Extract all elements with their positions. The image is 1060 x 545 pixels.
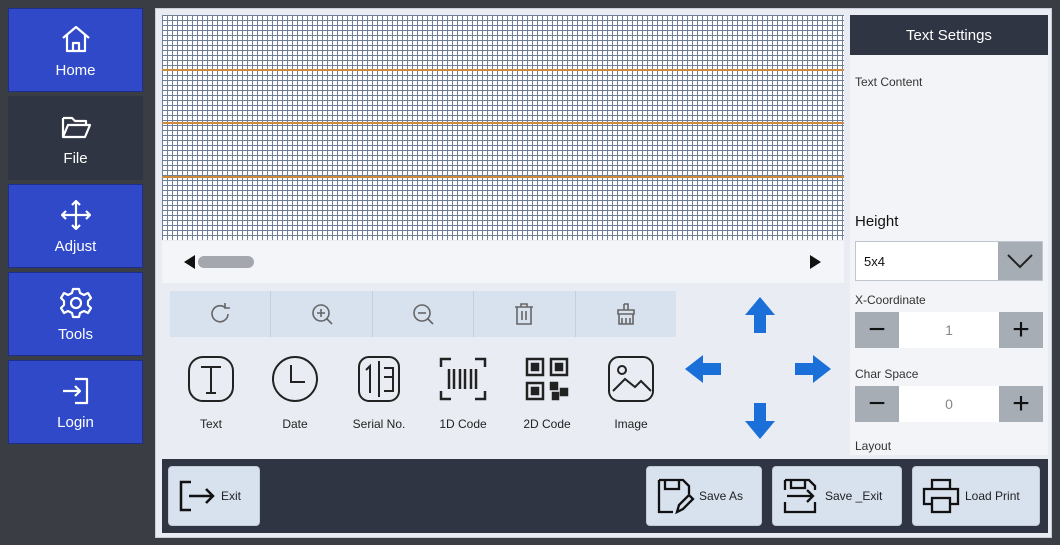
serial-icon	[358, 356, 400, 402]
text-settings-panel: Text Settings Text Content Height 5x4 X-…	[850, 15, 1048, 455]
save-as-label: Save As	[699, 489, 744, 503]
gear-icon	[59, 287, 92, 318]
save-as-button[interactable]: Save As	[646, 466, 762, 526]
exit-icon	[179, 480, 215, 512]
insert-label: Date	[282, 417, 308, 431]
insert-label: Text	[199, 417, 222, 431]
chevron-down-icon	[1007, 254, 1033, 269]
print-grid-canvas[interactable]	[162, 15, 844, 240]
app-frame: Home File Adjust Tools Login Text Date S…	[0, 0, 1060, 545]
image-icon	[608, 356, 654, 402]
sidebar-item-tools[interactable]: Tools	[8, 272, 143, 356]
height-value: 5x4	[864, 254, 885, 269]
save-as-icon	[657, 478, 695, 515]
insert-date-button[interactable]: Date	[260, 345, 330, 445]
clock-icon	[272, 356, 318, 402]
sidebar-item-label: Adjust	[54, 237, 97, 255]
delete-button[interactable]	[474, 291, 576, 337]
folder-icon	[61, 116, 91, 138]
x-decrease-button[interactable]: −	[855, 312, 899, 348]
login-icon	[62, 377, 88, 404]
sidebar-item-home[interactable]: Home	[8, 8, 143, 92]
char-space-stepper: − 0 +	[855, 386, 1043, 422]
sidebar-item-login[interactable]: Login	[8, 360, 143, 444]
insert-image-button[interactable]: Image	[596, 345, 666, 445]
char-space-label: Char Space	[855, 367, 919, 381]
qrcode-icon	[525, 357, 569, 401]
scroll-thumb[interactable]	[198, 256, 254, 268]
guide-line	[162, 69, 844, 71]
delete-icon	[515, 303, 534, 325]
move-left-icon[interactable]	[683, 349, 723, 389]
sidebar-item-label: File	[63, 149, 88, 167]
editor-main: Text Date Serial No. 1D Code 2D Code Ima…	[155, 8, 1052, 538]
x-coordinate-label: X-Coordinate	[855, 293, 926, 307]
insert-label: Serial No.	[352, 417, 406, 431]
clear-icon	[617, 303, 635, 325]
insert-element-row: Text Date Serial No. 1D Code 2D Code Ima…	[176, 345, 676, 455]
insert-1d-code-button[interactable]: 1D Code	[428, 345, 498, 445]
sidebar-item-label: Tools	[57, 325, 94, 343]
load-print-label: Load Print	[965, 489, 1020, 503]
sidebar: Home File Adjust Tools Login	[8, 8, 143, 450]
insert-text-button[interactable]: Text	[176, 345, 246, 445]
exit-button[interactable]: Exit	[168, 466, 260, 526]
scroll-left-icon[interactable]	[184, 255, 195, 269]
printer-icon	[922, 478, 960, 514]
zoom-out-button[interactable]	[373, 291, 475, 337]
height-dropdown-button[interactable]	[998, 242, 1042, 280]
save-exit-button[interactable]: Save _Exit	[772, 466, 902, 526]
x-coordinate-stepper: − 1 +	[855, 312, 1043, 348]
load-print-button[interactable]: Load Print	[912, 466, 1040, 526]
exit-label: Exit	[221, 489, 242, 503]
sidebar-item-label: Login	[57, 413, 94, 431]
zoom-in-button[interactable]	[271, 291, 373, 337]
insert-label: Image	[614, 417, 648, 431]
rotate-icon	[211, 303, 231, 323]
rotate-button[interactable]	[170, 291, 272, 337]
x-coordinate-value[interactable]: 1	[899, 312, 999, 348]
barcode-icon	[439, 357, 487, 401]
zoom-out-icon	[413, 304, 434, 325]
settings-title: Text Settings	[850, 15, 1048, 55]
scroll-right-icon[interactable]	[810, 255, 821, 269]
char-space-decrease-button[interactable]: −	[855, 386, 899, 422]
move-icon	[60, 199, 91, 230]
x-increase-button[interactable]: +	[999, 312, 1043, 348]
sidebar-item-adjust[interactable]: Adjust	[8, 184, 143, 268]
save-exit-icon	[783, 478, 817, 514]
text-content-label: Text Content	[855, 75, 923, 89]
height-label: Height	[855, 213, 899, 230]
zoom-in-icon	[311, 304, 333, 325]
move-right-icon[interactable]	[793, 349, 833, 389]
guide-line	[162, 176, 844, 178]
edit-toolbar	[170, 291, 676, 337]
clear-button[interactable]	[576, 291, 676, 337]
height-select[interactable]: 5x4	[855, 241, 1043, 281]
move-up-icon[interactable]	[740, 295, 780, 335]
save-exit-label: Save _Exit	[825, 489, 883, 503]
home-icon	[61, 25, 90, 52]
insert-label: 2D Code	[523, 417, 571, 431]
sidebar-item-file[interactable]: File	[8, 96, 143, 180]
sidebar-item-label: Home	[55, 61, 96, 79]
layout-label: Layout	[855, 439, 892, 453]
horizontal-scrollbar[interactable]	[162, 241, 844, 283]
text-icon	[188, 356, 234, 402]
char-space-increase-button[interactable]: +	[999, 386, 1043, 422]
insert-label: 1D Code	[439, 417, 487, 431]
bottom-action-bar: Exit Save As Save _Exit Load Print	[162, 459, 1048, 533]
insert-2d-code-button[interactable]: 2D Code	[512, 345, 582, 445]
char-space-value[interactable]: 0	[899, 386, 999, 422]
guide-line	[162, 122, 844, 124]
move-down-icon[interactable]	[740, 401, 780, 441]
insert-serial-button[interactable]: Serial No.	[344, 345, 414, 445]
